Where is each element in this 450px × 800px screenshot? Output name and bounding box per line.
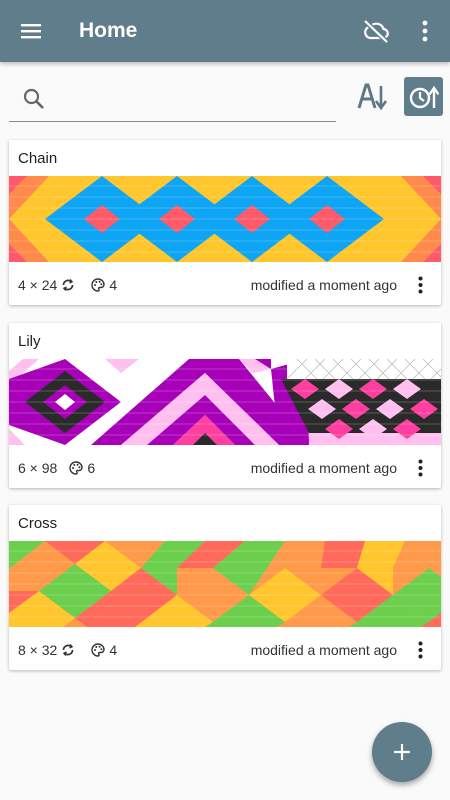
- search-field[interactable]: [9, 76, 336, 122]
- repeat-icon: [62, 644, 74, 656]
- overflow-menu-button[interactable]: [400, 0, 450, 62]
- search-input[interactable]: [54, 78, 336, 119]
- pattern-meta: 6 × 98 6: [18, 460, 95, 476]
- modified-time: modified a moment ago: [250, 460, 397, 476]
- sort-by-time-icon: [409, 85, 439, 108]
- menu-button[interactable]: [0, 0, 62, 62]
- add-icon: [394, 744, 410, 760]
- palette-icon: [69, 461, 84, 475]
- pattern-preview: [9, 541, 441, 627]
- add-pattern-button[interactable]: [372, 722, 432, 782]
- sort-by-time-button[interactable]: [404, 77, 443, 116]
- pattern-name: Lily: [18, 333, 41, 350]
- pattern-color-count: 4: [109, 277, 118, 293]
- pattern-card[interactable]: Chain 4 × 24 4 modified a moment ago: [9, 140, 441, 305]
- pattern-preview: [9, 176, 441, 262]
- app-bar: Home: [0, 0, 450, 62]
- repeat-icon: [62, 279, 74, 291]
- sort-alphabetical-icon: [357, 83, 387, 110]
- more-vert-icon: [418, 276, 422, 294]
- search-icon-wrap: [14, 79, 54, 119]
- sort-alphabetical-button[interactable]: [352, 76, 392, 116]
- cloud-sync-button[interactable]: [352, 0, 400, 62]
- pattern-name: Chain: [18, 150, 58, 167]
- more-vert-icon: [422, 20, 428, 42]
- pattern-meta: 8 × 32 4: [18, 642, 117, 658]
- more-vert-icon: [418, 641, 422, 659]
- palette-icon: [91, 278, 106, 292]
- card-more-button[interactable]: [408, 637, 432, 663]
- card-more-button[interactable]: [408, 272, 432, 298]
- pattern-color-count: 6: [87, 460, 96, 476]
- palette-icon: [91, 643, 106, 657]
- hamburger-menu-icon: [21, 24, 41, 39]
- pattern-card[interactable]: Cross 8 × 32 4 modified a moment ago: [9, 505, 441, 670]
- search-icon: [23, 88, 44, 109]
- pattern-name: Cross: [18, 515, 58, 532]
- pattern-color-count: 4: [109, 642, 118, 658]
- pattern-preview: [9, 359, 441, 445]
- pattern-card[interactable]: Lily 6 × 98 6 modified a moment ago: [9, 323, 441, 488]
- pattern-dimensions: 4 × 24: [18, 277, 58, 293]
- modified-time: modified a moment ago: [250, 642, 397, 658]
- card-more-button[interactable]: [408, 455, 432, 481]
- pattern-meta: 4 × 24 4: [18, 277, 117, 293]
- more-vert-icon: [418, 459, 422, 477]
- pattern-dimensions: 8 × 32: [18, 642, 58, 658]
- cloud-off-icon: [363, 19, 389, 43]
- pattern-dimensions: 6 × 98: [18, 460, 58, 476]
- page-title: Home: [79, 19, 138, 42]
- modified-time: modified a moment ago: [250, 277, 397, 293]
